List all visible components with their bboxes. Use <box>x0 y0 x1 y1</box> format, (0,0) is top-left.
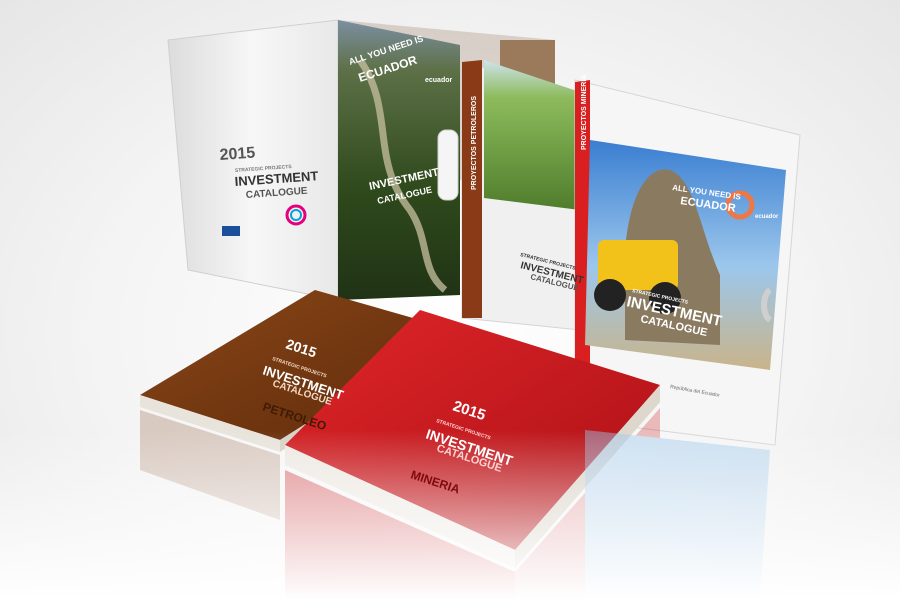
government-logo-icon <box>222 226 240 236</box>
folder-subtitle: CATALOGUE <box>245 186 308 201</box>
mockup-text-layer: 2015 STRATEGIC PROJECTS INVESTMENT CATAL… <box>219 33 779 497</box>
mineria-logo-text: ecuador <box>755 214 779 220</box>
red-book-sector: MINERIA <box>409 468 462 497</box>
folder-year: 2015 <box>219 145 256 164</box>
brown-book-year: 2015 <box>284 336 319 361</box>
red-book-year: 2015 <box>451 398 488 424</box>
ecuador-logo-icon <box>285 204 307 226</box>
inner-logo-text: ecuador <box>425 77 453 84</box>
product-mockup-scene: 2015 STRATEGIC PROJECTS INVESTMENT CATAL… <box>0 0 900 600</box>
mineria-spine-label: PROYECTOS MINERIA <box>581 75 588 150</box>
brown-book-sector: PETROLEO <box>261 400 328 434</box>
petroleros-spine-label: PROYECTOS PETROLEROS <box>471 96 478 190</box>
mineria-footer: República del Ecuador <box>670 384 721 399</box>
